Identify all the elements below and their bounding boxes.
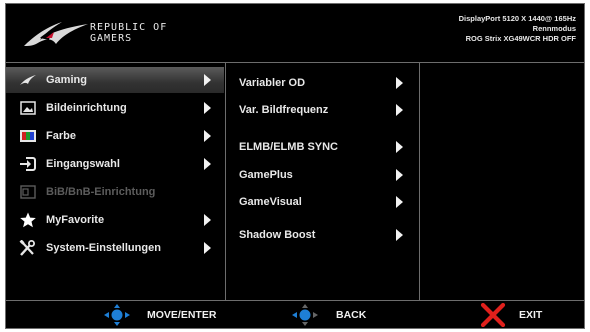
menu-item-bib-bnb: BiB/BnB-Einrichtung <box>6 179 224 205</box>
chevron-right-icon <box>204 130 211 142</box>
exit-x-icon <box>480 303 506 327</box>
value-panel <box>420 63 584 300</box>
menu-item-farbe[interactable]: Farbe <box>6 123 224 149</box>
menu-item-label: Bildeinrichtung <box>46 102 127 114</box>
main-menu: Gaming Bildeinrichtung Farbe Eingangswah… <box>6 63 224 300</box>
chevron-right-icon <box>396 196 403 208</box>
submenu-item-var-bildfrequenz[interactable]: Var. Bildfrequenz <box>226 97 419 123</box>
color-icon <box>20 130 36 142</box>
gaming-submenu: Variabler OD Var. Bildfrequenz ELMB/ELMB… <box>225 63 420 300</box>
wrench-screwdriver-icon <box>19 240 35 256</box>
brand-line-2: GAMERS <box>90 33 133 44</box>
status-model: ROG Strix XG49WCR HDR OFF <box>465 34 576 43</box>
input-icon <box>20 157 36 171</box>
submenu-item-label: Shadow Boost <box>239 229 316 241</box>
rog-eye-icon <box>20 75 36 85</box>
rog-logo-icon <box>24 22 88 46</box>
osd-window: REPUBLIC OF GAMERS DisplayPort 5120 X 14… <box>5 3 585 329</box>
move-enter-hint[interactable]: MOVE/ENTER <box>101 301 261 328</box>
submenu-item-elmb[interactable]: ELMB/ELMB SYNC <box>226 134 419 160</box>
back-joystick-icon <box>292 304 318 326</box>
menu-item-label: Gaming <box>46 74 87 86</box>
menu-item-label: System-Einstellungen <box>46 242 161 254</box>
menu-item-system-einstellungen[interactable]: System-Einstellungen <box>6 235 224 261</box>
submenu-item-label: GamePlus <box>239 169 293 181</box>
menu-item-gaming[interactable]: Gaming <box>6 67 224 93</box>
submenu-item-label: Var. Bildfrequenz <box>239 104 329 116</box>
status-info: DisplayPort 5120 X 1440@ 165Hz Rennmodus… <box>459 14 576 44</box>
chevron-right-icon <box>396 77 403 89</box>
menu-item-label: Farbe <box>46 130 76 142</box>
exit-label: EXIT <box>519 309 543 321</box>
chevron-right-icon <box>204 214 211 226</box>
submenu-item-label: ELMB/ELMB SYNC <box>239 141 338 153</box>
exit-hint[interactable]: EXIT <box>480 301 580 328</box>
brand-text: REPUBLIC OF GAMERS <box>90 22 167 44</box>
status-mode: Rennmodus <box>532 24 576 33</box>
menu-item-eingangswahl[interactable]: Eingangswahl <box>6 151 224 177</box>
menu-item-label: MyFavorite <box>46 214 105 226</box>
chevron-right-icon <box>396 141 403 153</box>
picture-icon <box>20 101 36 115</box>
back-label: BACK <box>336 309 367 321</box>
chevron-right-icon <box>204 74 211 86</box>
chevron-right-icon <box>396 169 403 181</box>
submenu-item-label: GameVisual <box>239 196 302 208</box>
menu-item-label: Eingangswahl <box>46 158 120 170</box>
osd-footer: MOVE/ENTER BACK EXIT <box>6 301 584 328</box>
chevron-right-icon <box>204 158 211 170</box>
pip-icon <box>20 185 36 199</box>
osd-header: REPUBLIC OF GAMERS DisplayPort 5120 X 14… <box>6 4 584 62</box>
submenu-item-shadow-boost[interactable]: Shadow Boost <box>226 222 419 248</box>
chevron-right-icon <box>396 104 403 116</box>
submenu-item-gameplus[interactable]: GamePlus <box>226 162 419 188</box>
menu-item-bildeinrichtung[interactable]: Bildeinrichtung <box>6 95 224 121</box>
submenu-item-label: Variabler OD <box>239 77 306 89</box>
chevron-right-icon <box>396 229 403 241</box>
four-way-joystick-icon <box>104 304 130 326</box>
menu-item-myfavorite[interactable]: MyFavorite <box>6 207 224 233</box>
back-hint[interactable]: BACK <box>289 301 389 328</box>
star-icon <box>20 212 36 228</box>
menu-item-label: BiB/BnB-Einrichtung <box>46 186 156 198</box>
status-signal: DisplayPort 5120 X 1440@ 165Hz <box>458 14 576 23</box>
submenu-item-variabler-od[interactable]: Variabler OD <box>226 70 419 96</box>
brand-line-1: REPUBLIC OF <box>90 22 168 33</box>
move-enter-label: MOVE/ENTER <box>147 309 217 321</box>
chevron-right-icon <box>204 102 211 114</box>
submenu-item-gamevisual[interactable]: GameVisual <box>226 189 419 215</box>
chevron-right-icon <box>204 242 211 254</box>
